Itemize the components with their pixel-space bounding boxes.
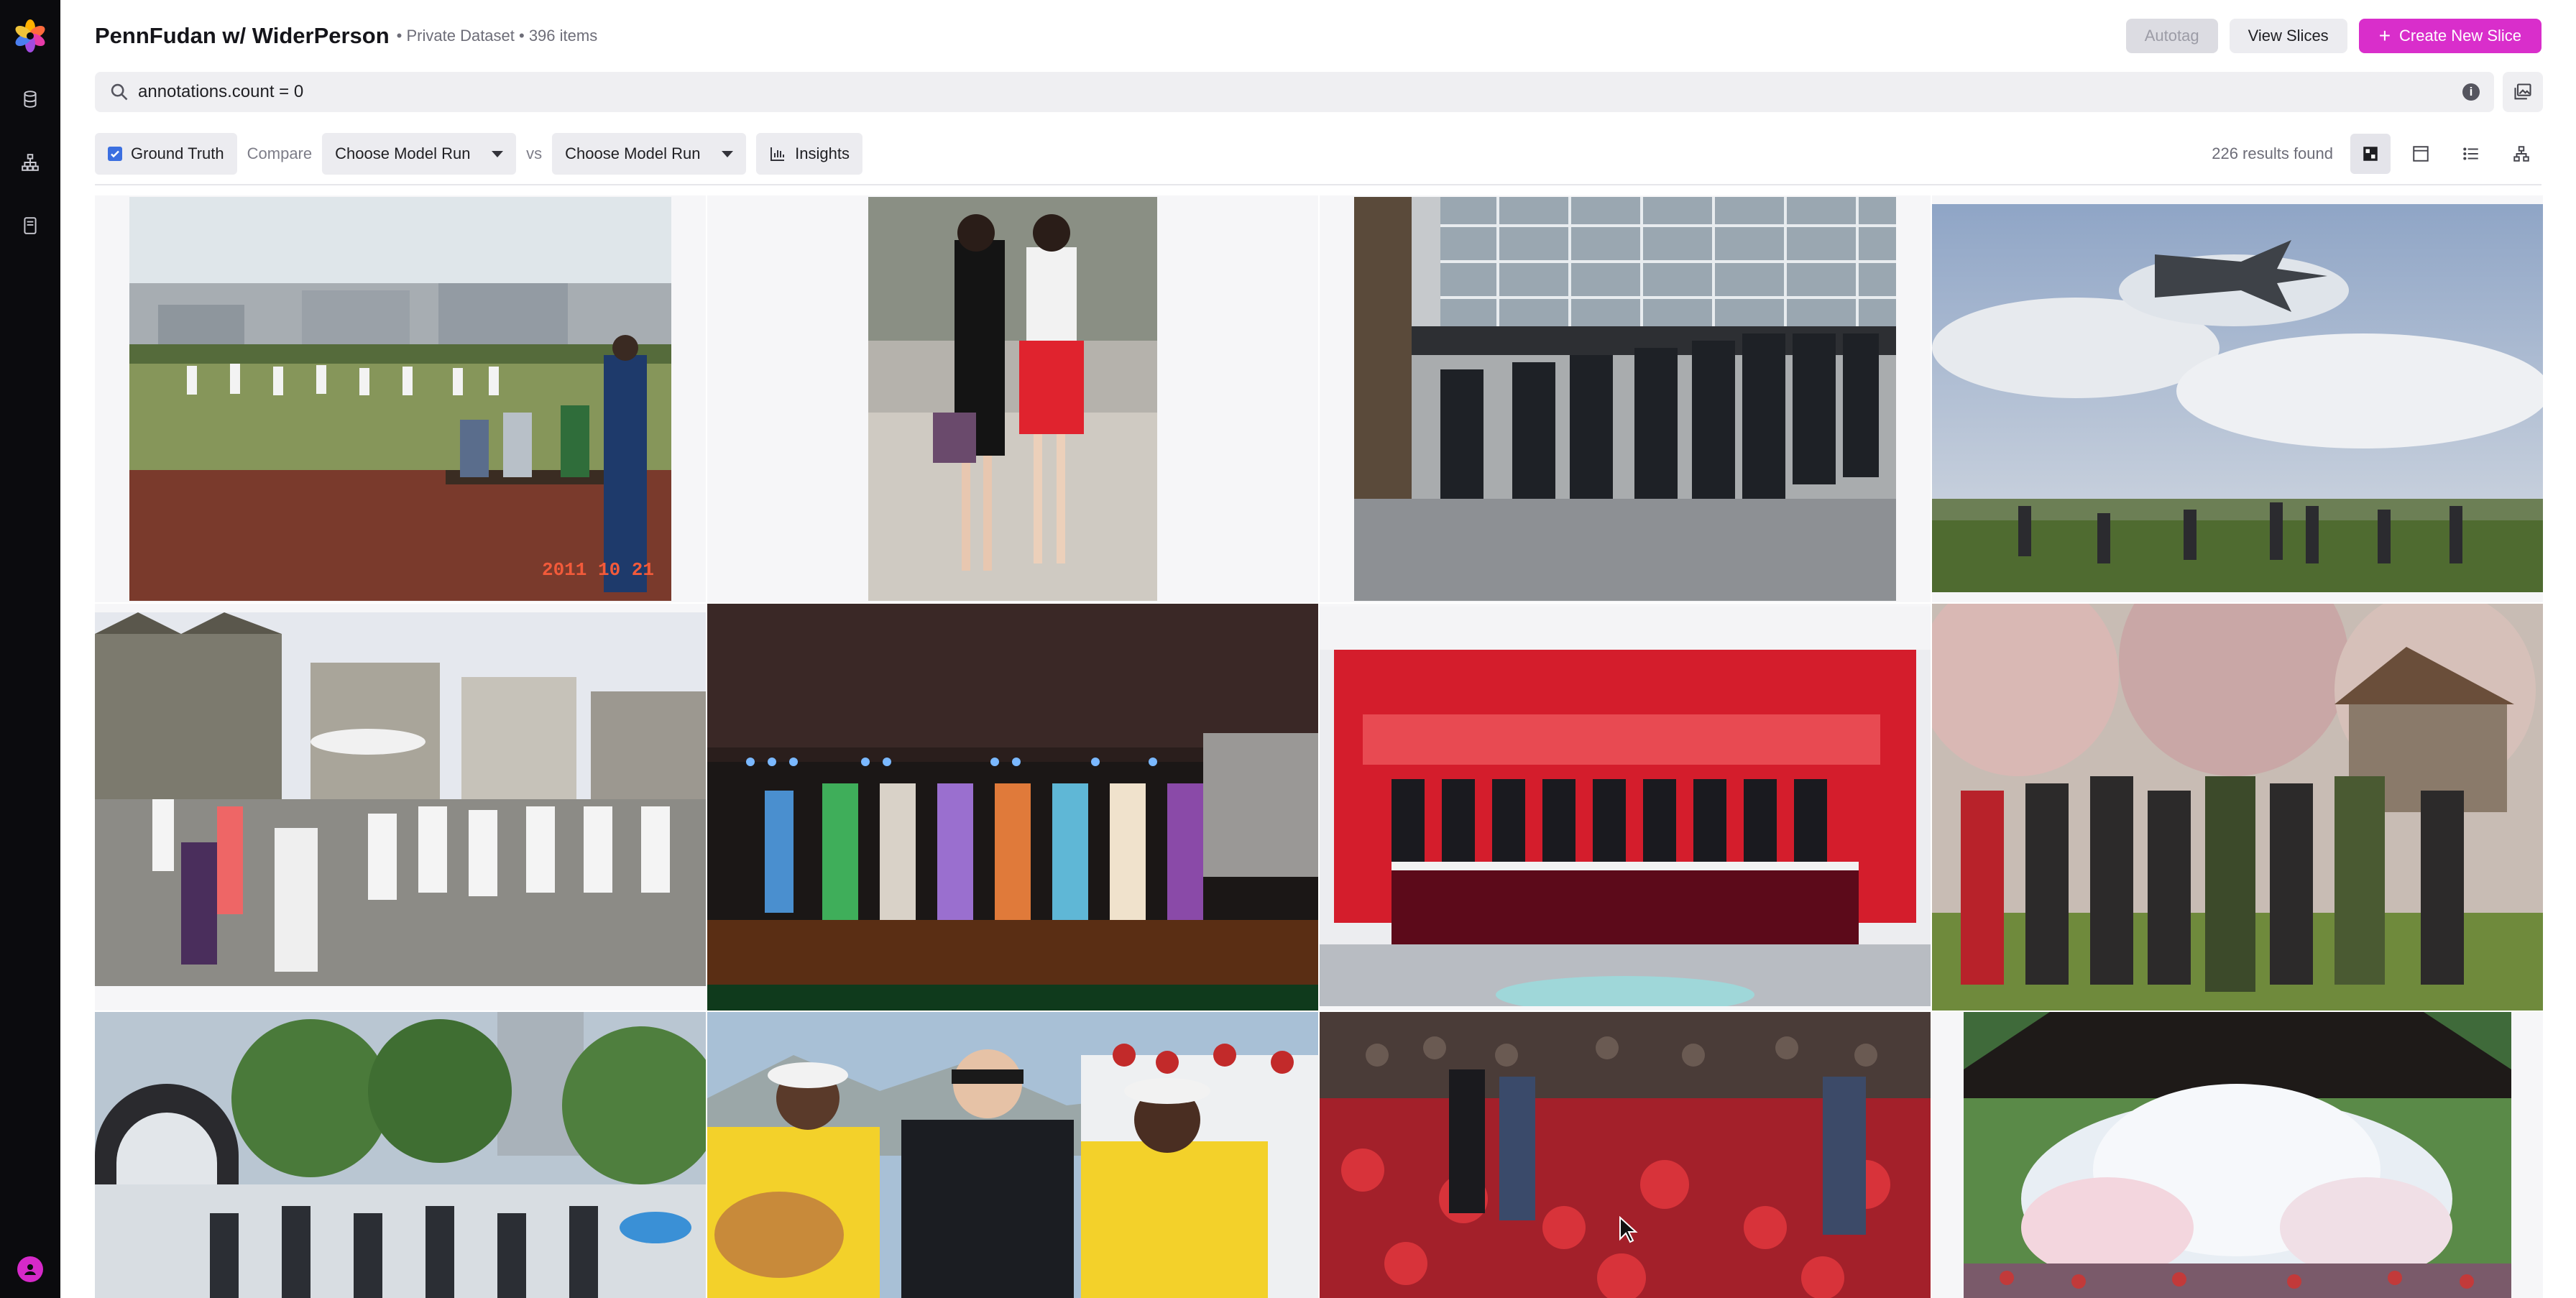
image-grid: 2011 10 21 [95, 195, 2543, 1298]
images-icon [2514, 83, 2531, 100]
cluster-view-icon [2513, 146, 2529, 162]
thumbnail-signing-ceremony [1320, 607, 1931, 1006]
ground-truth-checkbox[interactable] [108, 147, 122, 161]
thumbnail-photographers-trees [1932, 604, 2543, 1011]
mouse-cursor-icon [1619, 1216, 1638, 1243]
toolbar-divider [95, 184, 2542, 185]
grid-image-4[interactable] [1932, 195, 2543, 602]
grid-image-12[interactable] [1932, 1012, 2543, 1298]
main-content: PennFudan w/ WiderPerson • Private Datas… [60, 0, 2576, 1298]
thumbnail-soccer-field [129, 197, 671, 601]
ground-truth-toggle[interactable]: Ground Truth [95, 133, 237, 175]
model-run-select-a-value: Choose Model Run [335, 144, 471, 162]
single-view-button[interactable] [2401, 134, 2441, 174]
thumbnail-two-women-walking [868, 197, 1157, 601]
autotag-label: Autotag [2144, 27, 2199, 45]
user-avatar-icon[interactable] [17, 1256, 43, 1282]
chevron-down-icon [492, 150, 504, 157]
header-actions: Autotag View Slices + Create New Slice [2125, 19, 2542, 53]
dataset-title: PennFudan w/ WiderPerson [95, 23, 390, 48]
search-icon [111, 83, 128, 101]
model-run-select-b-value: Choose Model Run [565, 144, 701, 162]
autotag-button[interactable]: Autotag [2125, 19, 2218, 53]
view-slices-label: View Slices [2248, 27, 2329, 45]
thumbnail-stage-dancers [707, 604, 1318, 1011]
thumbnail-crowd-queue [1354, 197, 1896, 601]
grid-view-button[interactable] [2350, 134, 2391, 174]
dataset-meta: • Private Dataset • 396 items [396, 27, 598, 45]
grid-image-11[interactable] [1320, 1012, 1931, 1298]
ground-truth-label: Ground Truth [131, 144, 224, 162]
grid-image-2[interactable] [707, 195, 1318, 602]
thumbnail-tai-chi-square [95, 612, 706, 986]
frame-view-icon [2413, 146, 2429, 162]
create-new-slice-button[interactable]: + Create New Slice [2358, 19, 2542, 53]
grid-image-6[interactable] [707, 604, 1318, 1011]
query-search-bar[interactable]: i [95, 72, 2494, 112]
compare-label: Compare [247, 144, 313, 162]
model-run-select-a[interactable]: Choose Model Run [322, 133, 517, 175]
page-header: PennFudan w/ WiderPerson • Private Datas… [95, 17, 2542, 55]
vs-label: vs [526, 144, 543, 162]
view-slices-button[interactable]: View Slices [2229, 19, 2347, 53]
results-count: 226 results found [2212, 144, 2333, 162]
create-new-slice-label: Create New Slice [2399, 27, 2521, 45]
insights-label: Insights [795, 144, 850, 162]
list-view-icon [2463, 147, 2478, 160]
thumbnail-flower-bed-night [1320, 1012, 1931, 1298]
left-nav-rail [0, 0, 60, 1298]
thumbnail-musicians-boat [707, 1012, 1318, 1298]
flower-logo-icon[interactable] [13, 19, 47, 53]
thumbnail-water-fountain [1964, 1012, 2511, 1298]
query-input[interactable] [138, 82, 2462, 102]
model-run-select-b[interactable]: Choose Model Run [552, 133, 747, 175]
plus-icon: + [2378, 24, 2391, 47]
cluster-view-button[interactable] [2501, 134, 2542, 174]
insights-button[interactable]: Insights [756, 133, 862, 175]
document-icon[interactable] [13, 208, 47, 243]
thumbnail-jet-flyover [1932, 204, 2543, 592]
grid-image-7[interactable] [1320, 604, 1931, 1011]
grid-image-9[interactable] [95, 1012, 706, 1298]
grid-view-icon [2363, 147, 2378, 161]
grid-image-1[interactable]: 2011 10 21 [95, 195, 706, 602]
thumbnail-park-crowd [95, 1012, 706, 1298]
grid-image-5[interactable] [95, 604, 706, 1011]
photo-date-stamp: 2011 10 21 [541, 559, 654, 581]
info-icon[interactable]: i [2462, 83, 2480, 101]
grid-image-3[interactable] [1320, 195, 1931, 602]
grid-image-8[interactable] [1932, 604, 2543, 1011]
database-icon[interactable] [13, 82, 47, 116]
image-upload-button[interactable] [2503, 72, 2543, 112]
hierarchy-icon[interactable] [13, 145, 47, 180]
view-mode-switcher [2350, 134, 2542, 174]
chevron-down-icon [722, 150, 734, 157]
bar-chart-icon [770, 147, 785, 161]
list-view-button[interactable] [2451, 134, 2491, 174]
grid-image-10[interactable] [707, 1012, 1318, 1298]
filter-toolbar: Ground Truth Compare Choose Model Run vs… [95, 132, 2542, 175]
